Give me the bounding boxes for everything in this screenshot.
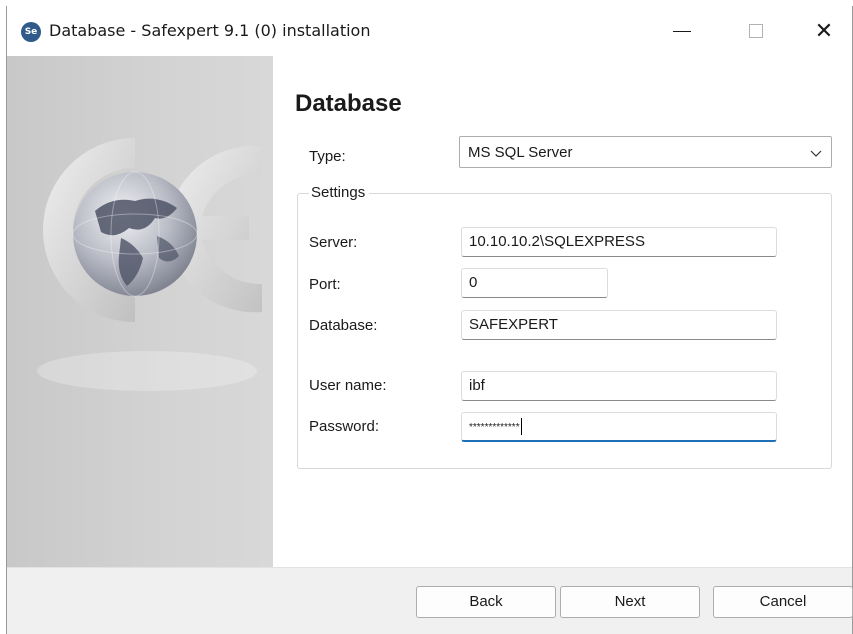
close-icon: ✕	[814, 18, 834, 44]
close-button[interactable]: ✕	[799, 6, 849, 56]
minimize-button[interactable]	[657, 6, 707, 56]
port-input[interactable]: 0	[461, 268, 608, 298]
database-type-value: MS SQL Server	[468, 144, 573, 161]
text-caret	[520, 418, 522, 435]
username-input[interactable]: ibf	[461, 371, 777, 401]
database-label: Database:	[309, 317, 378, 334]
safexpert-app-icon: Se	[21, 22, 41, 42]
main-content: Database Type: MS SQL Server Settings Se…	[273, 56, 852, 567]
back-button[interactable]: Back	[416, 586, 556, 618]
port-label: Port:	[309, 276, 341, 293]
ce-globe-logo-icon	[37, 138, 262, 391]
maximize-icon	[749, 24, 763, 38]
installer-window: Se Database - Safexpert 9.1 (0) installa…	[6, 6, 853, 634]
database-type-select[interactable]: MS SQL Server	[459, 136, 832, 168]
chevron-down-icon	[810, 150, 822, 157]
server-input[interactable]: 10.10.10.2\SQLEXPRESS	[461, 227, 777, 257]
window-title: Database - Safexpert 9.1 (0) installatio…	[49, 21, 371, 40]
minimize-icon	[673, 30, 691, 32]
database-input[interactable]: SAFEXPERT	[461, 310, 777, 340]
title-bar[interactable]: Se Database - Safexpert 9.1 (0) installa…	[7, 6, 852, 56]
username-label: User name:	[309, 377, 387, 394]
button-bar: Back Next Cancel	[7, 567, 853, 634]
side-banner	[7, 56, 273, 567]
password-input[interactable]: *************	[461, 412, 777, 442]
cancel-button[interactable]: Cancel	[713, 586, 853, 618]
settings-legend: Settings	[309, 184, 370, 201]
next-button[interactable]: Next	[560, 586, 700, 618]
maximize-button[interactable]	[731, 6, 781, 56]
server-label: Server:	[309, 234, 358, 251]
page-title: Database	[295, 90, 402, 117]
password-masked-value: *************	[469, 422, 520, 433]
type-label: Type:	[309, 148, 346, 165]
password-label: Password:	[309, 418, 380, 435]
